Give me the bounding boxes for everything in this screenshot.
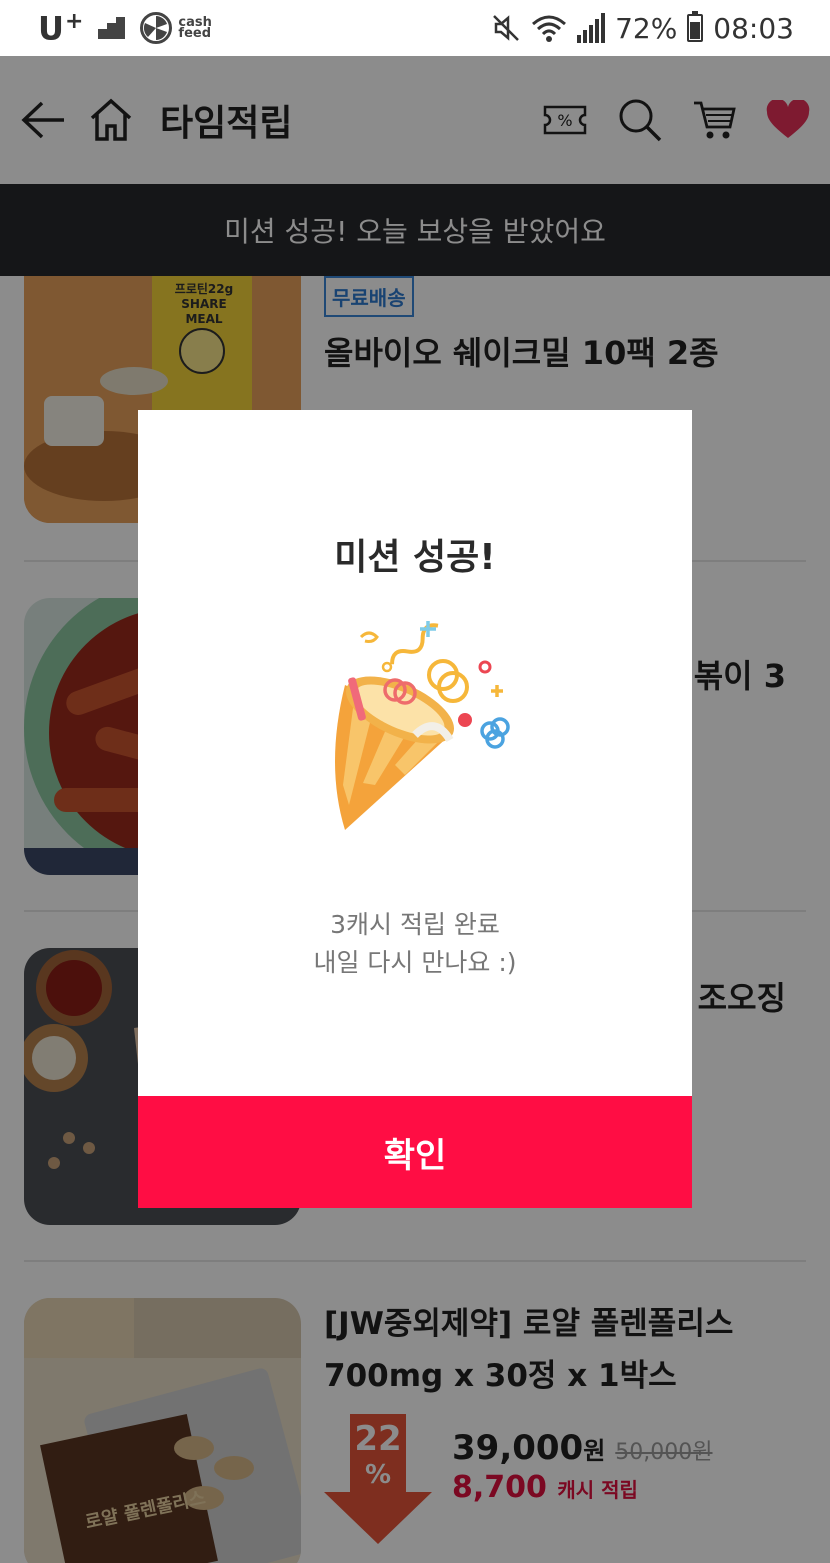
- message-line-1: 3캐시 적립 완료: [330, 910, 500, 939]
- message-line-2: 내일 다시 만나요 :): [313, 948, 517, 977]
- aperture-icon: [140, 12, 173, 44]
- status-bar: U+ cash feed 72% 08:03: [0, 0, 830, 56]
- mute-icon: [493, 15, 519, 41]
- battery-percent: 72%: [615, 11, 678, 45]
- logo-line2: feed: [178, 26, 212, 41]
- cashfeed-logo: cash feed: [140, 12, 212, 44]
- data-stairs-icon: [98, 17, 126, 39]
- party-popper-icon: [315, 615, 525, 840]
- carrier-label: U+: [38, 8, 85, 48]
- mission-success-dialog: 미션 성공! 3캐시 적립 완료 내일 다시 만나요:) 확인: [138, 410, 692, 1208]
- confirm-button[interactable]: 확인: [138, 1096, 692, 1208]
- signal-icon: [577, 13, 606, 43]
- dialog-title: 미션 성공!: [334, 537, 496, 578]
- dialog-message: 3캐시 적립 완료 내일 다시 만나요 :): [138, 906, 692, 982]
- battery-icon: [687, 11, 704, 42]
- wifi-icon: [532, 15, 567, 42]
- clock: 08:03: [713, 11, 794, 45]
